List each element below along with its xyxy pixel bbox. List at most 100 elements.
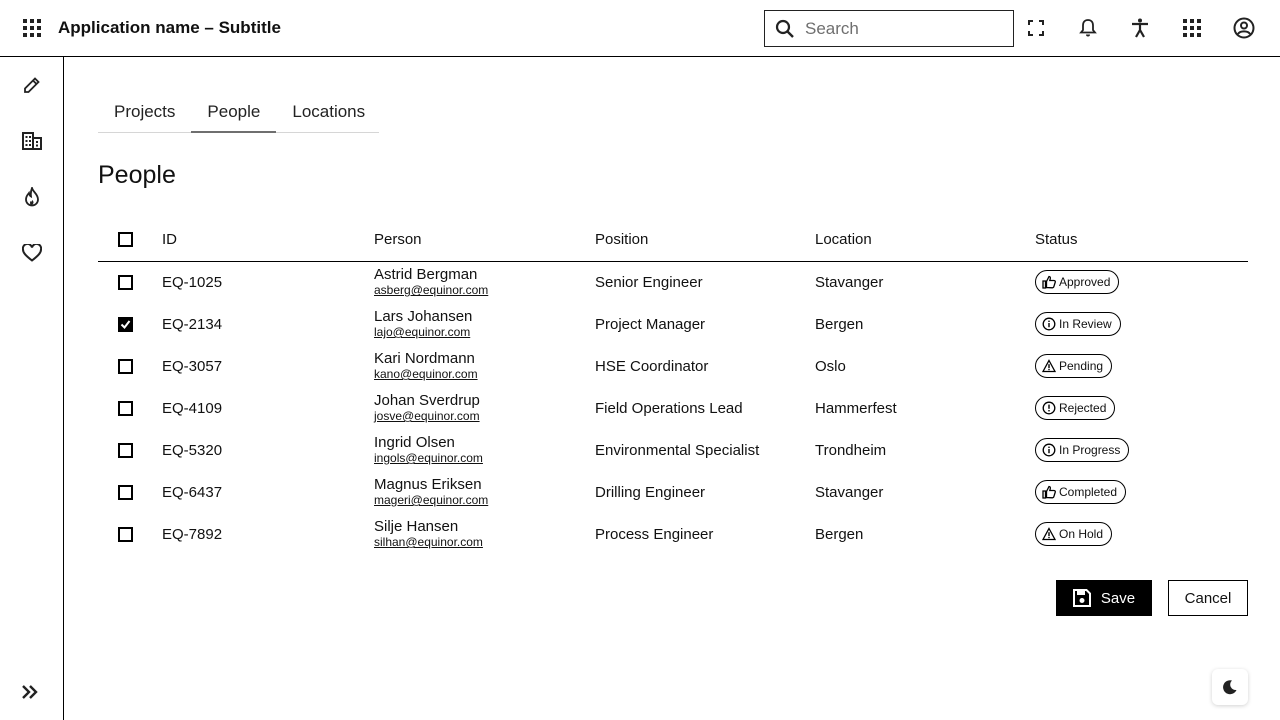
cell-position: Drilling Engineer [595,483,706,501]
table-row[interactable]: EQ-4109 Johan Sverdrup josve@equinor.com Fi… [98,387,1248,429]
person-email-link[interactable]: mageri@equinor.com [374,493,595,507]
save-button[interactable]: Save [1056,580,1152,616]
building-icon[interactable] [16,125,48,157]
cell-id: EQ-5320 [162,441,223,459]
cell-position: HSE Coordinator [595,357,709,375]
tab-projects[interactable]: Projects [98,92,191,132]
column-header-status[interactable]: Status [1035,218,1248,262]
person-email-link[interactable]: josve@equinor.com [374,409,595,423]
row-checkbox[interactable] [118,358,133,374]
table-row[interactable]: EQ-1025 Astrid Bergman asberg@equinor.com S… [98,261,1248,303]
table-body: EQ-1025 Astrid Bergman asberg@equinor.com S… [98,261,1248,555]
moon-icon[interactable] [1212,669,1248,705]
select-all-checkbox[interactable] [118,231,133,247]
status-badge: Completed [1035,480,1127,504]
person-name: Magnus Eriksen [374,476,482,493]
app-title: Application name – Subtitle [58,18,281,37]
person-name: Kari Nordmann [374,350,475,367]
cell-position: Project Manager [595,315,706,333]
person-email-link[interactable]: silhan@equinor.com [374,535,595,549]
cell-id: EQ-7892 [162,525,223,543]
tab-bar: Projects People Locations [98,92,379,133]
cell-location: Oslo [815,357,846,375]
cell-status: Completed [1035,471,1248,513]
row-select-cell [98,261,154,303]
cell-person: Magnus Eriksen mageri@equinor.com [374,471,595,513]
row-checkbox[interactable] [118,526,133,542]
heart-icon[interactable] [16,237,48,269]
flame-icon[interactable] [16,181,48,213]
thumbs-up-icon [1042,485,1056,499]
column-header-id[interactable]: ID [154,218,374,262]
cell-status: Pending [1035,345,1248,387]
status-badge: Approved [1035,270,1120,295]
cell-status: In Progress [1035,429,1248,471]
status-label: In Progress [1059,443,1121,457]
table-row[interactable]: EQ-3057 Kari Nordmann kano@equinor.com HSE … [98,345,1248,387]
tab-people[interactable]: People [191,92,277,133]
thumbs-up-icon [1042,275,1056,289]
page-title: People [98,161,176,189]
row-checkbox[interactable] [118,316,133,332]
warning-triangle-icon [1042,359,1056,373]
cell-id: EQ-6437 [162,483,223,501]
cancel-button[interactable]: Cancel [1168,580,1248,616]
fullscreen-icon[interactable] [1020,12,1052,44]
cell-id: EQ-2134 [162,315,223,333]
cell-status: Rejected [1035,387,1248,429]
row-checkbox[interactable] [118,274,133,290]
cell-position: Process Engineer [595,525,714,543]
person-email-link[interactable]: kano@equinor.com [374,367,595,381]
status-label: Approved [1059,275,1111,290]
cell-location: Trondheim [815,441,887,459]
column-header-position[interactable]: Position [595,218,815,262]
row-select-cell [98,429,154,471]
status-label: Pending [1059,359,1104,373]
person-name: Ingrid Olsen [374,434,455,451]
cell-location: Bergen [815,525,864,543]
tab-locations[interactable]: Locations [276,92,381,132]
cell-person: Silje Hansen silhan@equinor.com [374,513,595,555]
table-row[interactable]: EQ-7892 Silje Hansen silhan@equinor.com Pro… [98,513,1248,555]
person-name: Johan Sverdrup [374,392,480,409]
person-email-link[interactable]: lajo@equinor.com [374,325,595,339]
select-all-cell [98,218,154,262]
save-button-label: Save [1100,589,1136,607]
accessibility-icon[interactable] [1124,12,1156,44]
column-header-person[interactable]: Person [374,218,595,262]
status-badge: Pending [1035,354,1113,378]
person-email-link[interactable]: ingols@equinor.com [374,451,595,465]
row-checkbox[interactable] [118,484,133,500]
cell-id: EQ-3057 [162,357,223,375]
column-header-location[interactable]: Location [815,218,1035,262]
cell-person: Ingrid Olsen ingols@equinor.com [374,429,595,471]
person-name: Lars Johansen [374,308,473,325]
row-select-cell [98,471,154,513]
person-email-link[interactable]: asberg@equinor.com [374,283,595,297]
apps-grid-icon[interactable] [1176,12,1208,44]
double-chevron-right-icon[interactable] [16,676,44,708]
grid-menu-icon[interactable] [16,12,48,44]
account-icon[interactable] [1228,12,1260,44]
edit-icon[interactable] [16,69,48,101]
row-select-cell [98,387,154,429]
table-row[interactable]: EQ-6437 Magnus Eriksen mageri@equinor.com D… [98,471,1248,513]
row-select-cell [98,513,154,555]
cell-id: EQ-4109 [162,399,223,417]
status-label: In Review [1059,317,1112,331]
status-label: Rejected [1059,401,1107,415]
row-select-cell [98,303,154,345]
cell-position: Environmental Specialist [595,441,760,459]
cell-person: Lars Johansen lajo@equinor.com [374,303,595,345]
search-box[interactable] [764,10,1014,47]
warning-triangle-icon [1042,527,1056,541]
row-checkbox[interactable] [118,400,133,416]
save-icon [1072,589,1091,607]
table-row[interactable]: EQ-5320 Ingrid Olsen ingols@equinor.com Env… [98,429,1248,471]
row-checkbox[interactable] [118,442,133,458]
person-name: Silje Hansen [374,518,459,535]
table-row[interactable]: EQ-2134 Lars Johansen lajo@equinor.com Proj… [98,303,1248,345]
search-input[interactable] [805,18,1005,39]
notification-bell-icon[interactable] [1072,12,1104,44]
cell-status: In Review [1035,303,1248,345]
